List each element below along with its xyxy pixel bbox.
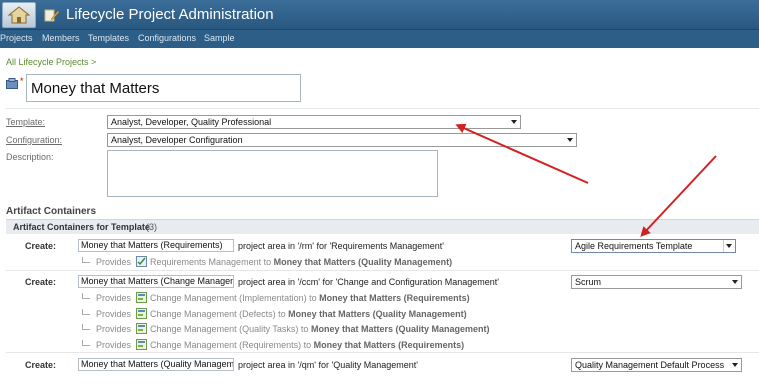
container-template-select[interactable]: Agile Requirements Template [571, 239, 736, 253]
change-management-icon [136, 339, 148, 350]
chevron-down-icon [511, 120, 517, 124]
provides-capability: Change Management (Quality Tasks) to [150, 323, 309, 334]
create-label: Create: [25, 360, 57, 370]
container-template-value: Agile Requirements Template [575, 241, 693, 251]
provides-word: Provides [96, 339, 132, 350]
provides-word: Provides [96, 256, 132, 267]
change-management-icon [136, 308, 148, 319]
nav-templates[interactable]: Templates [88, 33, 129, 43]
home-icon [8, 6, 30, 24]
configuration-select-value: Analyst, Developer Configuration [111, 135, 243, 145]
artifact-containers-count: (3) [146, 222, 157, 232]
provides-word: Provides [96, 323, 132, 334]
provides-word: Provides [96, 308, 132, 319]
row-divider [6, 270, 759, 271]
nav-projects[interactable]: Projects [0, 33, 33, 43]
container-name-input[interactable]: Money that Matters (Requirements) [78, 239, 234, 252]
chevron-down-icon [732, 363, 738, 367]
lifecycle-project-icon [6, 78, 18, 89]
nav-members[interactable]: Members [42, 33, 80, 43]
provides-target: Money that Matters (Quality Management) [288, 308, 467, 319]
chevron-down-icon [732, 280, 738, 284]
create-label: Create: [25, 277, 57, 287]
template-select-value: Analyst, Developer, Quality Professional [111, 117, 272, 127]
banner-title: Lifecycle Project Administration [66, 6, 274, 23]
container-description: project area in '/ccm' for 'Change and C… [238, 277, 500, 287]
provides-row: Provides Change Management (Defects) to … [82, 308, 467, 319]
artifact-containers-header: Artifact Containers for Template (3) [6, 219, 759, 234]
tree-connector [82, 292, 90, 299]
container-description: project area in '/rm' for 'Requirements … [238, 241, 444, 251]
nav-configurations[interactable]: Configurations [138, 33, 196, 43]
provides-target: Money that Matters (Requirements) [319, 292, 470, 303]
provides-word: Provides [96, 292, 132, 303]
container-template-value: Scrum [575, 277, 602, 287]
container-template-value: Quality Management Default Process [575, 360, 725, 370]
container-name-input[interactable]: Money that Matters (Change Management) [78, 275, 234, 288]
container-template-select[interactable]: Scrum [571, 275, 742, 289]
provides-capability: Requirements Management to [150, 256, 272, 267]
container-description: project area in '/qm' for 'Quality Manag… [238, 360, 418, 370]
divider [6, 108, 759, 109]
template-label: Template: [6, 117, 46, 127]
configuration-select[interactable]: Analyst, Developer Configuration [107, 133, 577, 147]
provides-capability: Change Management (Defects) to [150, 308, 286, 319]
create-label: Create: [25, 241, 57, 251]
top-nav: Projects Members Templates Configuration… [0, 30, 759, 48]
provides-target: Money that Matters (Quality Management) [310, 323, 490, 334]
provides-row: Provides Change Management (Implementati… [82, 292, 470, 303]
tree-connector [82, 339, 90, 346]
chevron-down-icon [726, 244, 732, 248]
row-divider [6, 352, 759, 353]
provides-target: Money that Matters (Requirements) [313, 339, 465, 350]
description-label: Description: [6, 152, 54, 162]
container-template-select[interactable]: Quality Management Default Process [571, 358, 742, 372]
tree-connector [82, 256, 90, 263]
artifact-containers-subtitle: Artifact Containers for Template [13, 222, 150, 232]
required-marker: * [20, 76, 24, 86]
description-textarea[interactable] [107, 150, 438, 197]
provides-capability: Change Management (Implementation) to [150, 292, 317, 303]
breadcrumb[interactable]: All Lifecycle Projects > [6, 57, 96, 67]
select-divider [723, 240, 724, 252]
provides-capability: Change Management (Requirements) to [150, 339, 312, 350]
template-select[interactable]: Analyst, Developer, Quality Professional [107, 115, 521, 129]
chevron-down-icon [567, 138, 573, 142]
project-admin-icon [44, 9, 60, 22]
home-button[interactable] [2, 2, 36, 28]
tree-connector [82, 308, 90, 315]
provides-row: Provides Change Management (Requirements… [82, 339, 464, 350]
tree-connector [82, 323, 90, 330]
change-management-icon [136, 292, 148, 303]
requirements-icon [136, 256, 148, 267]
provides-target: Money that Matters (Quality Management) [273, 256, 453, 267]
app-banner: Lifecycle Project Administration [0, 0, 759, 30]
configuration-label: Configuration: [6, 135, 63, 145]
change-management-icon [136, 323, 148, 334]
artifact-containers-title: Artifact Containers [6, 206, 97, 217]
nav-sample[interactable]: Sample [204, 33, 235, 43]
container-name-input[interactable]: Money that Matters (Quality Management) [78, 358, 234, 371]
provides-row: Provides Requirements Management to Mone… [82, 256, 452, 267]
provides-row: Provides Change Management (Quality Task… [82, 323, 489, 334]
project-name-input[interactable]: Money that Matters [26, 74, 301, 102]
